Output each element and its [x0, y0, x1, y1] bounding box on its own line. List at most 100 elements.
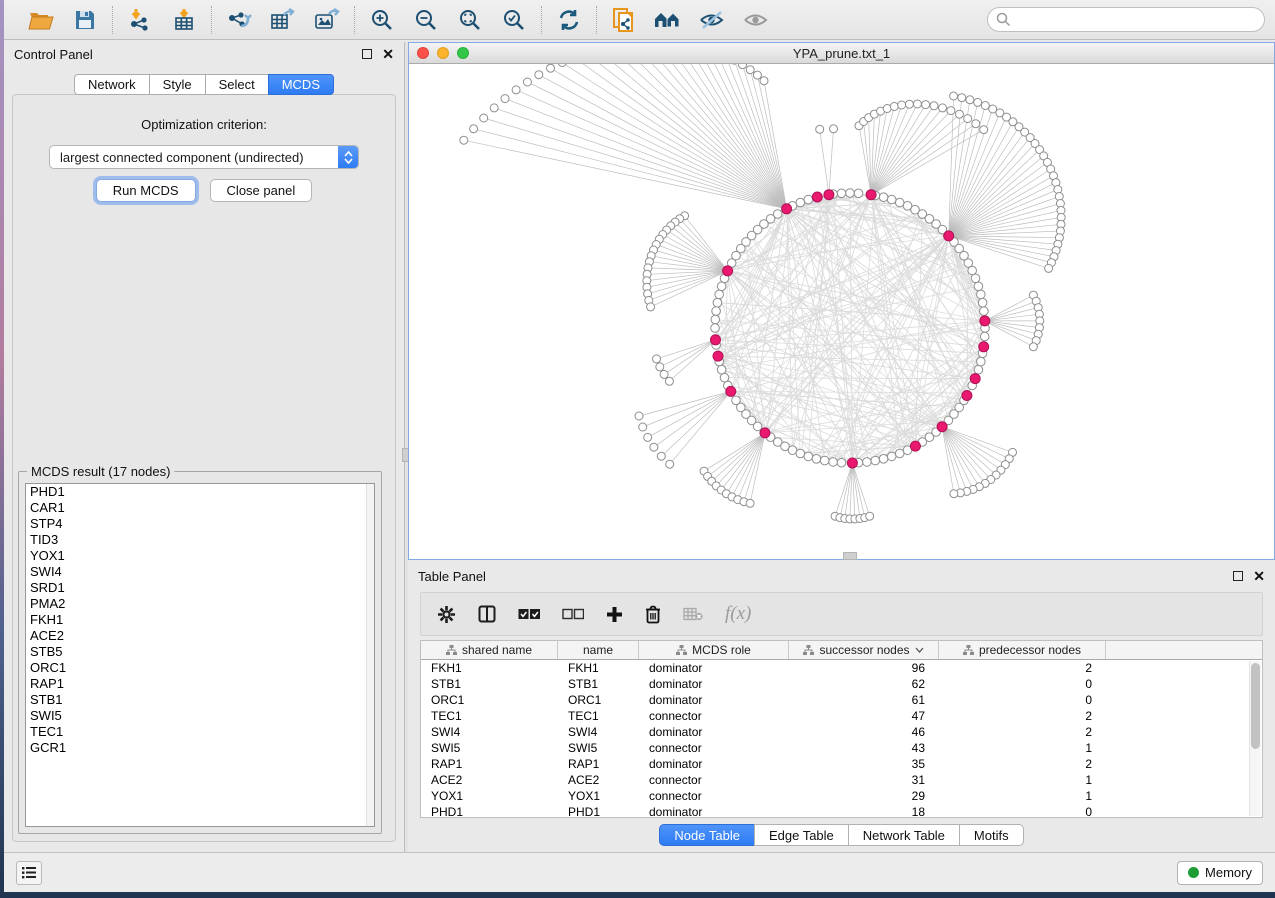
zoom-out-icon[interactable] — [412, 6, 440, 34]
tab-edge-table[interactable]: Edge Table — [754, 824, 848, 846]
run-mcds-button[interactable]: Run MCDS — [96, 179, 196, 202]
column-header[interactable]: predecessor nodes — [939, 641, 1106, 659]
add-column-icon[interactable] — [606, 606, 623, 623]
search-input[interactable] — [987, 7, 1265, 32]
optimization-criterion-select[interactable]: largest connected component (undirected) — [49, 145, 359, 169]
export-image-icon[interactable] — [313, 6, 341, 34]
delete-table-icon[interactable] — [683, 607, 703, 621]
horizontal-splitter[interactable] — [843, 552, 857, 560]
table-cell: 35 — [789, 756, 939, 772]
list-scrollbar[interactable] — [366, 484, 374, 826]
tab-mcds[interactable]: MCDS — [268, 74, 334, 95]
tab-node-table[interactable]: Node Table — [659, 824, 754, 846]
tab-style[interactable]: Style — [149, 74, 205, 95]
table-cell: SWI4 — [558, 724, 639, 740]
column-type-icon — [446, 645, 457, 655]
memory-button[interactable]: Memory — [1177, 861, 1263, 885]
show-all-icon[interactable] — [742, 6, 770, 34]
mcds-result-node[interactable]: PHD1 — [26, 484, 374, 500]
refresh-icon[interactable] — [555, 6, 583, 34]
task-history-button[interactable] — [16, 861, 42, 885]
table-row[interactable]: STB1STB1dominator620 — [421, 676, 1262, 692]
mcds-result-node[interactable]: RAP1 — [26, 676, 374, 692]
table-row[interactable]: RAP1RAP1dominator352 — [421, 756, 1262, 772]
gear-icon[interactable] — [437, 605, 456, 624]
table-cell: 0 — [939, 804, 1106, 818]
table-row[interactable]: PHD1PHD1dominator180 — [421, 804, 1262, 818]
mcds-result-node[interactable]: PMA2 — [26, 596, 374, 612]
import-network-icon[interactable] — [126, 6, 154, 34]
tab-motifs[interactable]: Motifs — [959, 824, 1024, 846]
mcds-result-node[interactable]: STB1 — [26, 692, 374, 708]
search-icon — [996, 12, 1011, 30]
tab-network[interactable]: Network — [74, 74, 149, 95]
mcds-result-list[interactable]: PHD1CAR1STP4TID3YOX1SWI4SRD1PMA2FKH1ACE2… — [25, 483, 375, 827]
column-header[interactable]: successor nodes — [789, 641, 939, 659]
mcds-result-node[interactable]: ACE2 — [26, 628, 374, 644]
table-row[interactable]: SWI5SWI5connector431 — [421, 740, 1262, 756]
mcds-result-node[interactable]: ORC1 — [26, 660, 374, 676]
mcds-result-node[interactable]: SWI4 — [26, 564, 374, 580]
table-cell: TEC1 — [421, 708, 558, 724]
mcds-result-node[interactable]: SRD1 — [26, 580, 374, 596]
scrollbar-thumb[interactable] — [1251, 663, 1260, 749]
table-row[interactable]: ORC1ORC1dominator610 — [421, 692, 1262, 708]
node-table[interactable]: shared namenameMCDS rolesuccessor nodesp… — [420, 640, 1263, 818]
column-header[interactable]: MCDS role — [639, 641, 789, 659]
table-row[interactable]: ACE2ACE2connector311 — [421, 772, 1262, 788]
table-row[interactable]: SWI4SWI4dominator462 — [421, 724, 1262, 740]
function-builder-icon[interactable]: f(x) — [725, 603, 751, 625]
import-table-icon[interactable] — [170, 6, 198, 34]
zoom-in-icon[interactable] — [368, 6, 396, 34]
close-panel-icon[interactable]: ✕ — [382, 49, 394, 59]
table-panel-title: Table Panel — [418, 569, 486, 584]
mcds-result-node[interactable]: STB5 — [26, 644, 374, 660]
delete-column-icon[interactable] — [645, 605, 661, 624]
mcds-result-node[interactable]: SWI5 — [26, 708, 374, 724]
network-titlebar: YPA_prune.txt_1 — [409, 43, 1274, 64]
columns-icon[interactable] — [478, 605, 496, 623]
float-panel-icon[interactable] — [362, 49, 372, 59]
zoom-fit-icon[interactable] — [456, 6, 484, 34]
float-panel-icon[interactable] — [1233, 571, 1243, 581]
export-table-icon[interactable] — [269, 6, 297, 34]
zoom-selected-icon[interactable] — [500, 6, 528, 34]
mcds-result-node[interactable]: TID3 — [26, 532, 374, 548]
table-row[interactable]: YOX1YOX1connector291 — [421, 788, 1262, 804]
mcds-result-node[interactable]: FKH1 — [26, 612, 374, 628]
mcds-result-title: MCDS result (17 nodes) — [27, 464, 174, 479]
table-scrollbar[interactable] — [1249, 661, 1261, 816]
network-view-window: YPA_prune.txt_1 — [408, 42, 1275, 560]
table-row[interactable]: TEC1TEC1connector472 — [421, 708, 1262, 724]
table-cell: ORC1 — [421, 692, 558, 708]
first-neighbors-icon[interactable] — [654, 6, 682, 34]
mcds-result-node[interactable]: STP4 — [26, 516, 374, 532]
tab-network-table[interactable]: Network Table — [848, 824, 959, 846]
mcds-result-node[interactable]: TEC1 — [26, 724, 374, 740]
memory-status-icon — [1188, 867, 1199, 878]
mcds-result-node[interactable]: CAR1 — [26, 500, 374, 516]
mcds-result-node[interactable]: YOX1 — [26, 548, 374, 564]
tab-select[interactable]: Select — [205, 74, 268, 95]
hide-selected-icon[interactable] — [698, 6, 726, 34]
select-all-columns-icon[interactable] — [518, 608, 540, 620]
table-cell: dominator — [639, 676, 789, 692]
unselect-all-columns-icon[interactable] — [562, 608, 584, 620]
close-panel-icon[interactable]: ✕ — [1253, 571, 1265, 581]
save-session-icon[interactable] — [71, 6, 99, 34]
table-row[interactable]: FKH1FKH1dominator962 — [421, 660, 1262, 676]
table-cell: FKH1 — [558, 660, 639, 676]
close-panel-button[interactable]: Close panel — [210, 179, 313, 202]
table-cell: 1 — [939, 788, 1106, 804]
clone-network-icon[interactable] — [610, 6, 638, 34]
table-cell: 2 — [939, 660, 1106, 676]
sort-chevron-icon[interactable] — [915, 647, 924, 653]
network-nodes[interactable] — [460, 64, 1065, 523]
open-file-icon[interactable] — [27, 6, 55, 34]
column-header[interactable]: shared name — [421, 641, 558, 659]
column-type-icon — [803, 645, 814, 655]
network-canvas[interactable] — [409, 64, 1274, 559]
export-network-icon[interactable] — [225, 6, 253, 34]
column-header[interactable]: name — [558, 641, 639, 659]
mcds-result-node[interactable]: GCR1 — [26, 740, 374, 756]
